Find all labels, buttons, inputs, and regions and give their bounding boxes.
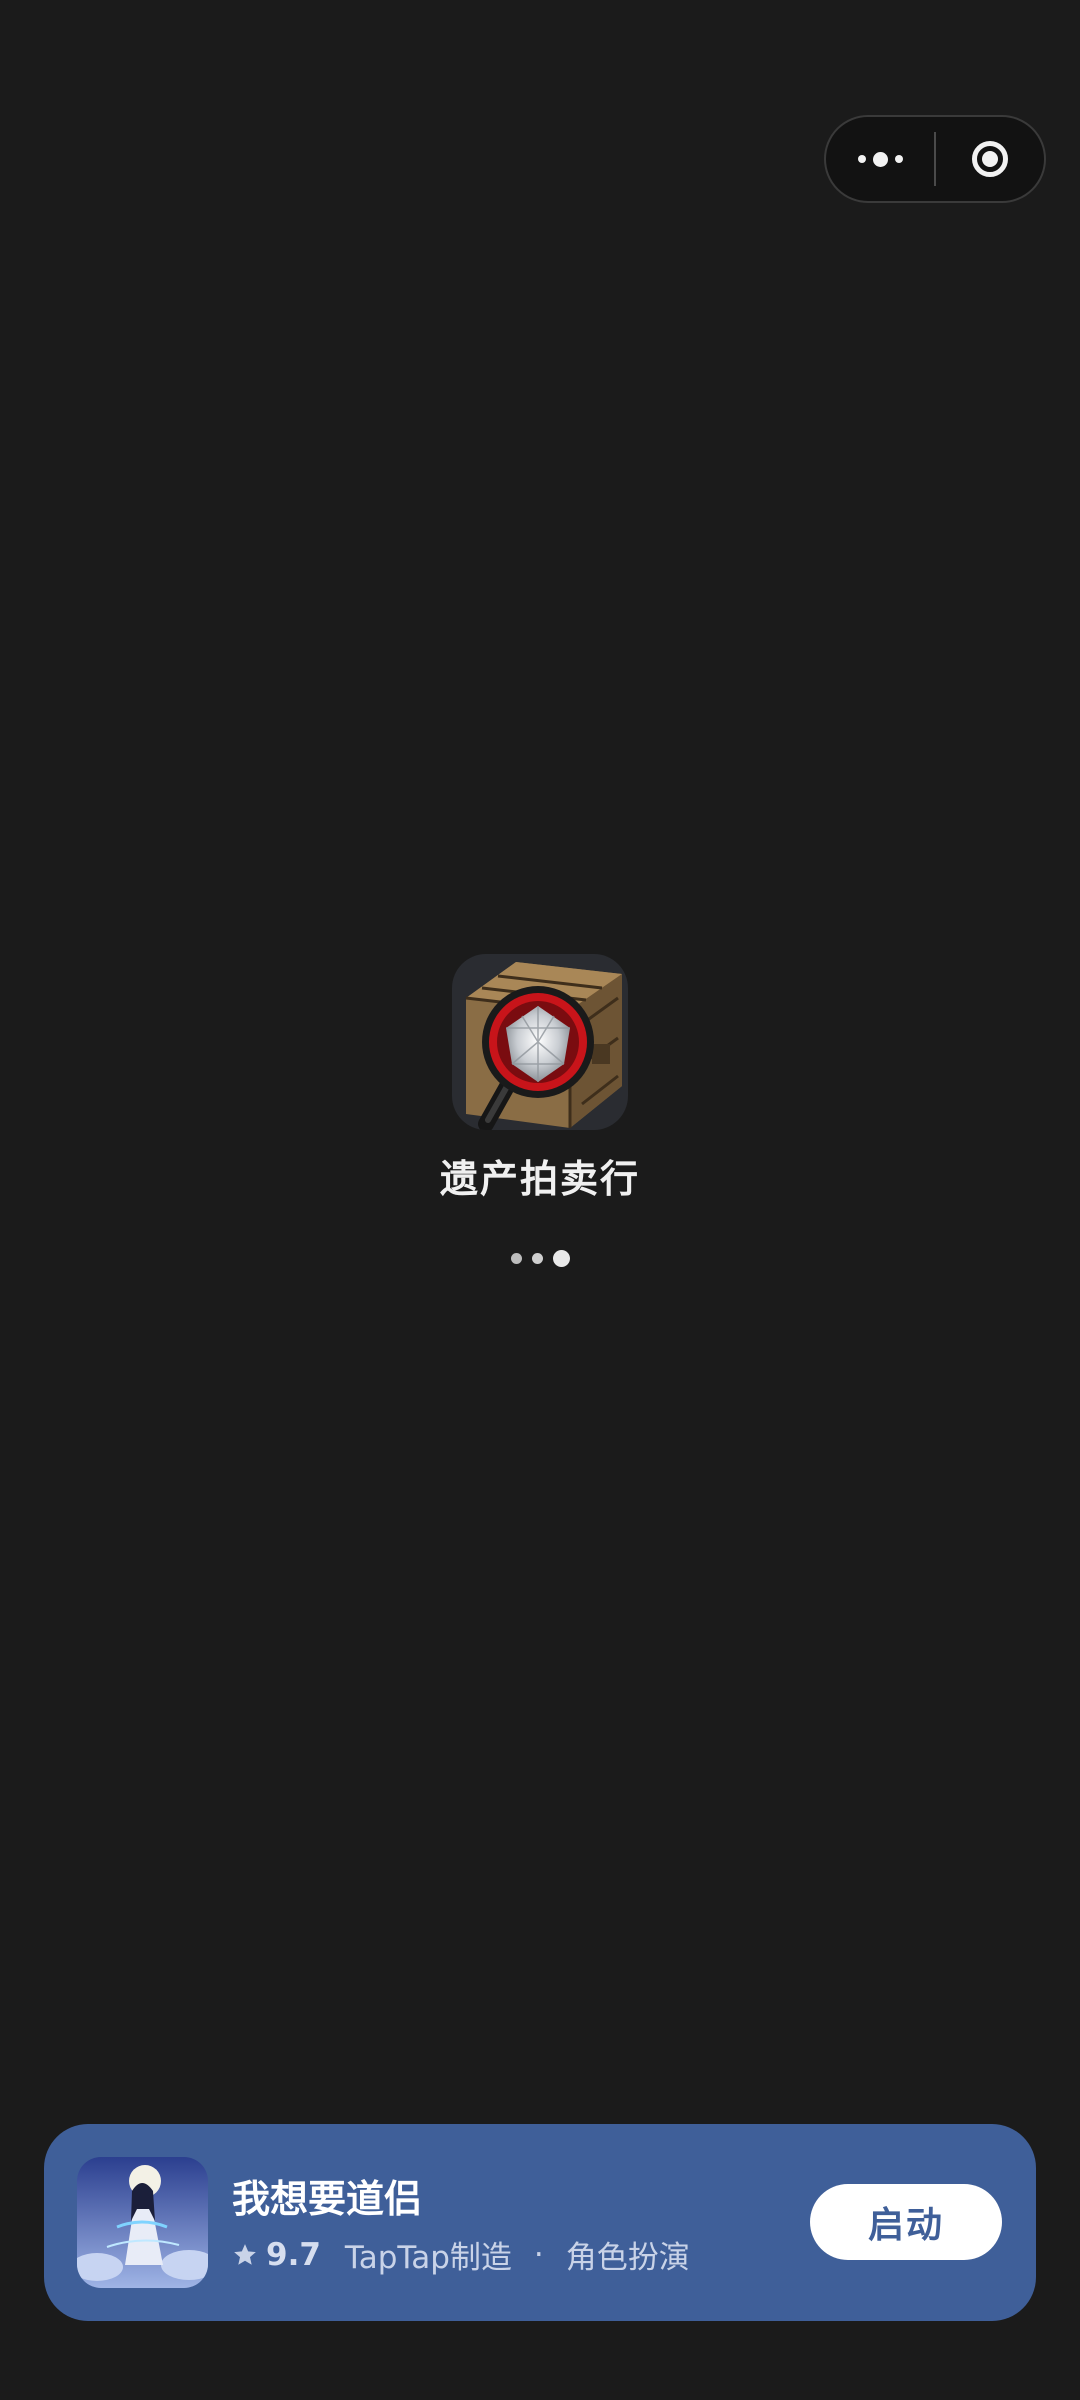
game-title: 我想要道侣 bbox=[232, 2177, 423, 2221]
target-close-icon bbox=[971, 141, 1008, 177]
close-button[interactable] bbox=[936, 117, 1044, 201]
game-meta: 9.7 TapTap制造 · 角色扮演 bbox=[232, 2232, 690, 2277]
game-icon bbox=[77, 2157, 208, 2288]
app-name: 遗产拍卖行 bbox=[439, 1157, 640, 1201]
launch-button[interactable]: 启动 bbox=[810, 2184, 1002, 2260]
star-icon bbox=[234, 2243, 256, 2265]
genre-label: 角色扮演 bbox=[565, 2240, 690, 2276]
more-dots-icon bbox=[857, 151, 903, 167]
meta-separator: · bbox=[533, 2236, 544, 2273]
app-icon bbox=[452, 954, 628, 1130]
miniprogram-capsule bbox=[824, 115, 1046, 203]
loading-indicator bbox=[511, 1250, 570, 1267]
rating-value: 9.7 bbox=[266, 2236, 321, 2273]
maker-label: TapTap制造 bbox=[344, 2240, 512, 2276]
game-ad-banner[interactable]: 我想要道侣 9.7 TapTap制造 · 角色扮演 启动 bbox=[44, 2124, 1036, 2321]
more-button[interactable] bbox=[826, 117, 934, 201]
